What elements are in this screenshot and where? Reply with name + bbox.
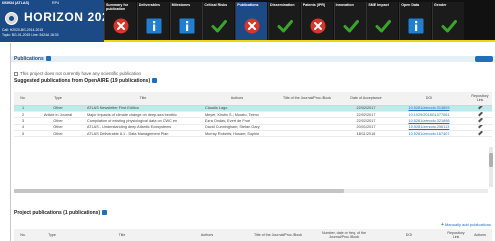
info-icon	[408, 18, 424, 34]
tab-label: Gender	[434, 3, 447, 7]
column-header[interactable]: Type	[32, 229, 72, 241]
repository-cell	[468, 130, 492, 138]
tab-open-data[interactable]: Open Data	[399, 2, 432, 40]
tab-deliverables[interactable]: Deliverables	[136, 2, 169, 40]
reporting-period: RP4	[52, 1, 59, 5]
edit-icon[interactable]	[477, 124, 483, 129]
project-id: 693934 (ATLAS)	[2, 1, 30, 5]
tab-publications[interactable]: Publications	[235, 2, 268, 40]
check-icon	[277, 20, 293, 33]
x-circle-icon	[244, 18, 260, 34]
no-publication-checkbox[interactable]	[14, 72, 18, 76]
tab-label: Publications	[237, 3, 259, 7]
table-vertical-scrollbar[interactable]	[489, 147, 493, 187]
suggested-title-text: Suggested publications from OpenAIRE (19…	[14, 78, 151, 84]
x-circle-icon	[113, 18, 129, 34]
scroll-thumb[interactable]	[489, 153, 493, 167]
column-header[interactable]: Authors	[202, 92, 272, 106]
x-circle-icon	[310, 18, 326, 34]
column-header[interactable]: No.	[14, 92, 32, 106]
help-icon[interactable]	[45, 56, 51, 61]
project-publications-title: Project publications (1 publications)	[14, 210, 108, 216]
main-content: Publications This project does not curre…	[10, 43, 495, 241]
column-header[interactable]: Repository Link	[444, 229, 468, 241]
scroll-thumb[interactable]	[14, 189, 344, 193]
column-header[interactable]: Title	[84, 92, 202, 106]
column-header[interactable]: Type	[32, 92, 84, 106]
column-header[interactable]: Title	[72, 229, 172, 241]
column-header[interactable]: DOI	[374, 229, 444, 241]
no-publication-label: This project does not currently have any…	[20, 71, 142, 76]
tab-summary-for-publication[interactable]: Summary for publication	[104, 2, 136, 40]
acceptance-date: 18/11/2016	[342, 130, 390, 138]
tab-milestones[interactable]: Milestones	[169, 2, 202, 40]
column-header[interactable]: DOI	[390, 92, 468, 106]
project-publications-table: No. Type Title Authors Title of the Journal/…	[14, 229, 492, 241]
tab-label: Patents (IPR)	[302, 3, 326, 7]
check-icon	[375, 20, 392, 33]
edit-icon[interactable]	[477, 111, 483, 117]
column-header[interactable]: Actions	[468, 229, 492, 241]
column-header[interactable]: Number, date or freq. of the Journal/Pro…	[314, 229, 374, 241]
add-link-text: Manually add publications	[444, 222, 491, 227]
publications-section-title: Publications	[14, 56, 51, 62]
tab-patents-ipr[interactable]: Patents (IPR)	[300, 2, 333, 40]
publication-title: ATLAS Deliverable 8.1 - Data Management …	[84, 130, 202, 138]
tab-gender[interactable]: Gender	[432, 2, 464, 40]
edit-icon[interactable]	[477, 130, 483, 136]
project-publications-title-text: Project publications (1 publications)	[14, 210, 101, 216]
tab-label: Open Data	[401, 3, 420, 7]
plus-icon: +	[441, 222, 444, 228]
tab-label: Critical Risks	[204, 3, 228, 7]
tab-label: Milestones	[171, 3, 191, 7]
doi-link[interactable]: 10.5281/zenodo.167407	[390, 130, 468, 138]
row-number: 5	[14, 130, 32, 138]
column-header[interactable]: Date of Acceptance	[342, 92, 390, 106]
check-icon	[211, 20, 228, 33]
info-icon	[179, 18, 195, 34]
topic-line: Topic: BG-01-2015 Line: 5424A 18:33	[2, 33, 59, 37]
publication-type: Other	[32, 130, 84, 138]
column-header[interactable]: Title of the Journal/Proc./Book	[272, 92, 342, 106]
tab-label: Deliverables	[138, 3, 160, 7]
tab-sme-impact[interactable]: SME Impact	[366, 2, 399, 40]
tab-label: Summary for publication	[106, 3, 129, 12]
info-icon	[146, 18, 162, 34]
tab-dissemination[interactable]: Dissemination	[268, 2, 300, 40]
header-banner: 693934 (ATLAS) RP4 HORIZON 2020 Call: H2…	[0, 0, 495, 42]
call-id: Call: H2020-BG-2014-2015	[2, 28, 44, 32]
tab-label: Dissemination	[270, 3, 295, 7]
publication-journal	[272, 130, 342, 138]
check-icon	[441, 20, 457, 33]
publications-title-text: Publications	[14, 56, 44, 62]
help-icon[interactable]	[102, 210, 108, 215]
project-brand: 693934 (ATLAS) RP4 HORIZON 2020 Call: H2…	[0, 0, 116, 42]
table-horizontal-scrollbar[interactable]	[14, 189, 488, 193]
column-header[interactable]: Title of the Journal/Proc./Book	[242, 229, 314, 241]
publications-section-bar	[11, 56, 495, 62]
tab-label: Innovation	[335, 3, 354, 7]
manually-add-publications-link[interactable]: +Manually add publications	[441, 222, 491, 228]
edit-icon[interactable]	[477, 117, 483, 123]
suggested-publications-table: No. Type Title Authors Title of the Journal/…	[14, 92, 492, 138]
tab-innovation[interactable]: Innovation	[333, 2, 366, 40]
eu-logo-icon	[5, 12, 18, 25]
publication-authors: Murray Roberts; Hosam; Sophie	[202, 130, 272, 138]
check-icon	[343, 20, 359, 33]
suggested-publications-title: Suggested publications from OpenAIRE (19…	[14, 78, 158, 84]
edit-icon[interactable]	[477, 105, 483, 110]
column-header[interactable]: Repository Link	[468, 92, 492, 106]
section-action-button[interactable]	[475, 56, 493, 62]
column-header[interactable]: Authors	[172, 229, 242, 241]
column-header[interactable]: No.	[14, 229, 32, 241]
tab-label: SME Impact	[368, 3, 389, 7]
table-row[interactable]: 5 Other ATLAS Deliverable 8.1 - Data Manag…	[14, 130, 492, 138]
no-publication-checkbox-row[interactable]: This project does not currently have any…	[14, 71, 141, 76]
programme-name: HORIZON 2020	[24, 10, 117, 24]
help-icon[interactable]	[152, 78, 158, 83]
tab-critical-risks[interactable]: Critical Risks	[202, 2, 235, 40]
